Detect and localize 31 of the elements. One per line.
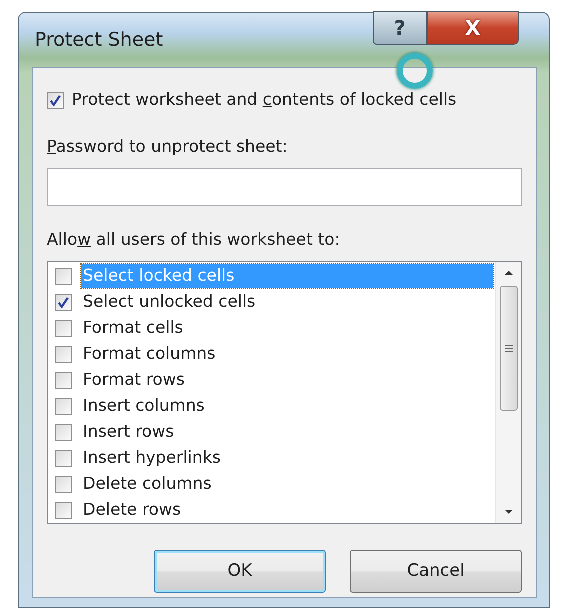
- list-item[interactable]: Insert columns: [81, 394, 493, 418]
- checkbox-label[interactable]: Protect worksheet and contents of locked cells: [72, 88, 457, 113]
- scrollbar[interactable]: [495, 262, 521, 524]
- checkbox[interactable]: [55, 346, 72, 363]
- close-button[interactable]: X: [427, 11, 519, 45]
- checkbox[interactable]: [55, 424, 72, 441]
- checkbox[interactable]: [55, 476, 72, 493]
- checkbox[interactable]: [55, 372, 72, 389]
- help-button[interactable]: ?: [373, 11, 427, 45]
- cancel-button[interactable]: Cancel: [350, 550, 522, 594]
- list-item[interactable]: Format columns: [81, 342, 493, 366]
- checkbox[interactable]: [47, 92, 64, 109]
- list-item[interactable]: Format rows: [81, 368, 493, 392]
- list-item[interactable]: Format cells: [81, 316, 493, 340]
- checkbox[interactable]: [55, 268, 72, 285]
- checkbox[interactable]: [55, 320, 72, 337]
- list-item[interactable]: Insert rows: [81, 420, 493, 444]
- window-title: Protect Sheet: [35, 28, 164, 53]
- list-item[interactable]: Insert hyperlinks: [81, 446, 493, 470]
- field-label: Password to unprotect sheet:: [47, 136, 289, 158]
- checkbox[interactable]: [55, 398, 72, 415]
- list-item[interactable]: Delete rows: [81, 498, 493, 522]
- checkbox[interactable]: [55, 294, 72, 311]
- list-item[interactable]: Delete columns: [81, 472, 493, 496]
- password-field[interactable]: [47, 168, 522, 206]
- checkbox[interactable]: [55, 450, 72, 467]
- checkbox[interactable]: [55, 502, 72, 519]
- list-item[interactable]: Select unlocked cells: [81, 290, 493, 314]
- scroll-thumb[interactable]: [500, 286, 518, 412]
- ok-button[interactable]: OK: [154, 550, 326, 594]
- list-label: Allow all users of this worksheet to:: [47, 228, 342, 250]
